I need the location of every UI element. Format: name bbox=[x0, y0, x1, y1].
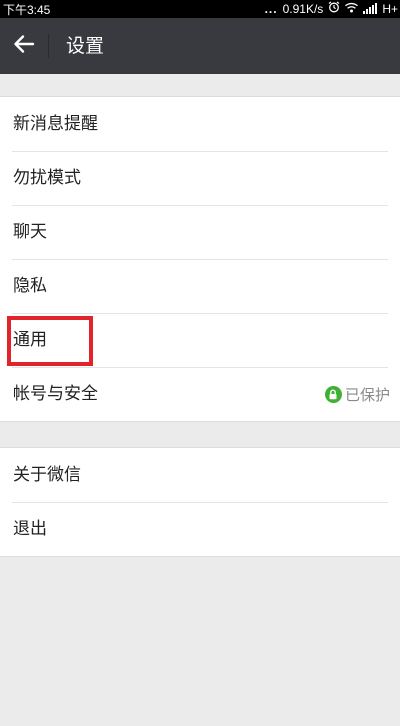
settings-group-main: 新消息提醒 勿扰模式 聊天 隐私 通用 帐号与安全 已保护 bbox=[0, 96, 400, 422]
settings-item-privacy[interactable]: 隐私 bbox=[0, 259, 400, 313]
lock-icon bbox=[324, 385, 342, 403]
settings-item-label: 退出 bbox=[13, 519, 47, 539]
status-dots: ... bbox=[264, 1, 278, 16]
status-time: 下午3:45 bbox=[3, 3, 51, 17]
wifi-icon bbox=[345, 2, 359, 16]
settings-item-label: 帐号与安全 bbox=[13, 384, 98, 404]
title-bar: 设置 bbox=[0, 18, 400, 74]
settings-item-general[interactable]: 通用 bbox=[0, 313, 400, 367]
alarm-icon bbox=[328, 1, 340, 16]
protection-status: 已保护 bbox=[324, 367, 390, 421]
network-type: H+ bbox=[382, 1, 398, 16]
back-arrow-icon bbox=[13, 34, 35, 58]
settings-item-label: 新消息提醒 bbox=[13, 114, 98, 134]
settings-item-account-security[interactable]: 帐号与安全 已保护 bbox=[0, 367, 400, 421]
settings-item-log-out[interactable]: 退出 bbox=[0, 502, 400, 556]
settings-item-label: 聊天 bbox=[13, 222, 47, 242]
protection-status-text: 已保护 bbox=[344, 385, 390, 404]
settings-item-about-wechat[interactable]: 关于微信 bbox=[0, 448, 400, 502]
page-title: 设置 bbox=[66, 35, 105, 57]
settings-item-label: 通用 bbox=[13, 330, 47, 350]
back-button[interactable] bbox=[6, 28, 42, 64]
settings-item-label: 隐私 bbox=[13, 276, 47, 296]
status-bar: 下午3:45 ... 0.91K/s H+ bbox=[0, 0, 400, 18]
settings-item-new-message-alerts[interactable]: 新消息提醒 bbox=[0, 97, 400, 151]
title-divider bbox=[48, 34, 49, 58]
settings-item-chats[interactable]: 聊天 bbox=[0, 205, 400, 259]
settings-group-secondary: 关于微信 退出 bbox=[0, 447, 400, 557]
settings-item-label: 勿扰模式 bbox=[13, 168, 81, 188]
network-speed: 0.91K/s bbox=[282, 1, 324, 16]
status-indicators: ... 0.91K/s H+ bbox=[265, 1, 398, 16]
settings-item-label: 关于微信 bbox=[13, 465, 81, 485]
signal-icon bbox=[363, 3, 378, 14]
settings-item-do-not-disturb[interactable]: 勿扰模式 bbox=[0, 151, 400, 205]
